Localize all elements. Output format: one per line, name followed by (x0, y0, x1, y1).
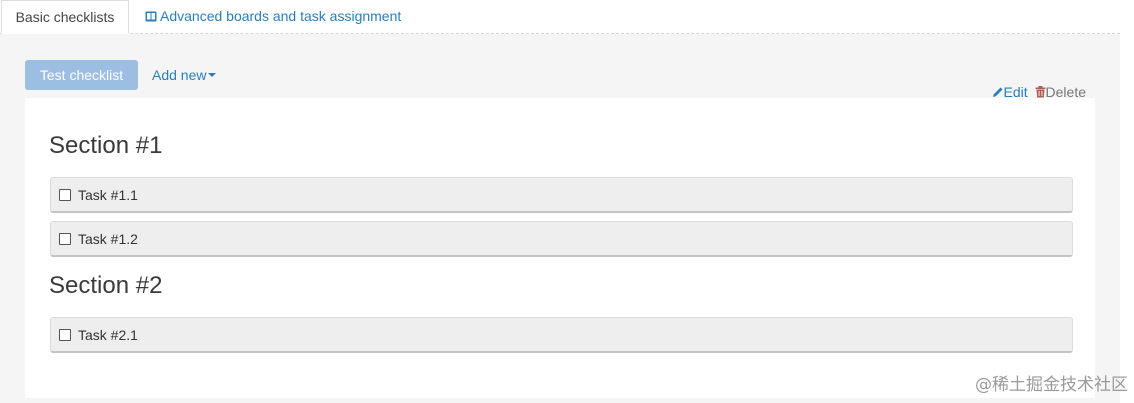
test-checklist-button[interactable]: Test checklist (25, 60, 138, 90)
task-checkbox[interactable] (59, 233, 71, 245)
task-row: Task #2.1 (50, 317, 1073, 353)
task-label: Task #2.1 (78, 327, 138, 343)
edit-link[interactable]: Edit (992, 84, 1032, 100)
tab-advanced-boards[interactable]: Advanced boards and task assignment (145, 0, 401, 34)
tab-basic-checklists[interactable]: Basic checklists (1, 0, 129, 34)
edit-label: Edit (1003, 84, 1028, 100)
tab-label: Advanced boards and task assignment (160, 8, 402, 24)
delete-label: Delete (1045, 84, 1086, 100)
task-row: Task #1.2 (50, 221, 1073, 257)
section-title: Section #2 (49, 272, 163, 299)
pencil-icon (992, 85, 1004, 101)
caret-down-icon (208, 73, 217, 77)
task-label: Task #1.2 (78, 231, 138, 247)
task-label: Task #1.1 (78, 187, 138, 203)
tab-bar: Basic checklists Advanced boards and tas… (0, 0, 1134, 34)
tab-label: Basic checklists (15, 9, 115, 25)
task-row: Task #1.1 (50, 177, 1073, 213)
task-checkbox[interactable] (59, 189, 71, 201)
delete-link[interactable]: Delete (1035, 84, 1086, 100)
trash-icon (1035, 85, 1046, 101)
section-title: Section #1 (49, 132, 163, 159)
task-checkbox[interactable] (59, 329, 71, 341)
book-icon (145, 1, 157, 22)
watermark: @稀土掘金技术社区 (975, 375, 1128, 395)
add-new-label: Add new (152, 67, 207, 83)
add-new-dropdown[interactable]: Add new (152, 60, 217, 90)
checklist-actions: Edit Delete (992, 84, 1086, 101)
